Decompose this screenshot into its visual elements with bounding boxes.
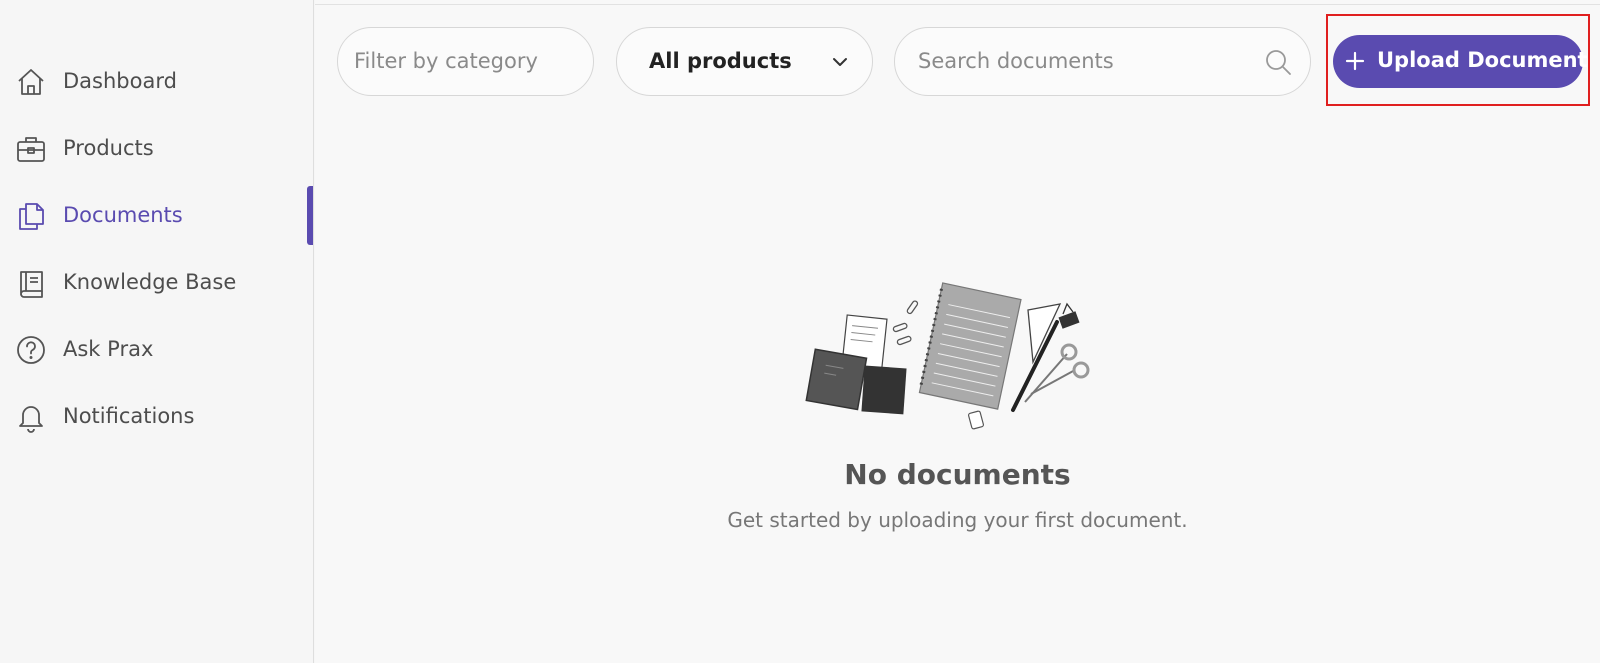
category-filter-placeholder: Filter by category xyxy=(354,49,538,73)
active-nav-indicator xyxy=(307,186,313,245)
sidebar-item-knowledge-base[interactable]: Knowledge Base xyxy=(0,258,314,308)
search-placeholder: Search documents xyxy=(918,49,1114,73)
empty-state-subtitle: Get started by uploading your first docu… xyxy=(727,508,1188,532)
chevron-down-icon xyxy=(833,58,847,66)
empty-state-illustration xyxy=(805,282,1090,430)
product-select-value: All products xyxy=(649,49,792,73)
sidebar-item-label: Dashboard xyxy=(63,69,177,93)
home-icon xyxy=(15,66,47,98)
briefcase-icon xyxy=(15,133,47,165)
question-circle-icon xyxy=(15,334,47,366)
sidebar-item-label: Products xyxy=(63,136,154,160)
top-divider xyxy=(315,4,1600,5)
upload-document-button[interactable]: Upload Document xyxy=(1333,35,1588,88)
sidebar: Dashboard Products Documents Knowledge B… xyxy=(0,0,314,663)
documents-icon xyxy=(15,200,47,232)
category-filter-input[interactable]: Filter by category xyxy=(337,27,594,96)
search-input[interactable]: Search documents xyxy=(894,27,1311,96)
search-icon xyxy=(1266,50,1291,75)
empty-state-title: No documents xyxy=(844,458,1071,491)
product-select[interactable]: All products xyxy=(616,27,873,96)
sidebar-item-dashboard[interactable]: Dashboard xyxy=(0,57,314,107)
sidebar-item-label: Documents xyxy=(63,203,183,227)
upload-button-label: Upload Document xyxy=(1377,48,1588,72)
main-content: Filter by category All products Search d… xyxy=(315,0,1600,663)
book-icon xyxy=(15,267,47,299)
sidebar-item-label: Ask Prax xyxy=(63,337,154,361)
sidebar-item-label: Notifications xyxy=(63,404,195,428)
plus-icon xyxy=(1345,51,1365,71)
sidebar-item-documents[interactable]: Documents xyxy=(0,191,314,241)
sidebar-item-label: Knowledge Base xyxy=(63,270,237,294)
bell-icon xyxy=(15,401,47,433)
sidebar-item-notifications[interactable]: Notifications xyxy=(0,392,314,442)
sidebar-item-ask-prax[interactable]: Ask Prax xyxy=(0,325,314,375)
sidebar-item-products[interactable]: Products xyxy=(0,124,314,174)
